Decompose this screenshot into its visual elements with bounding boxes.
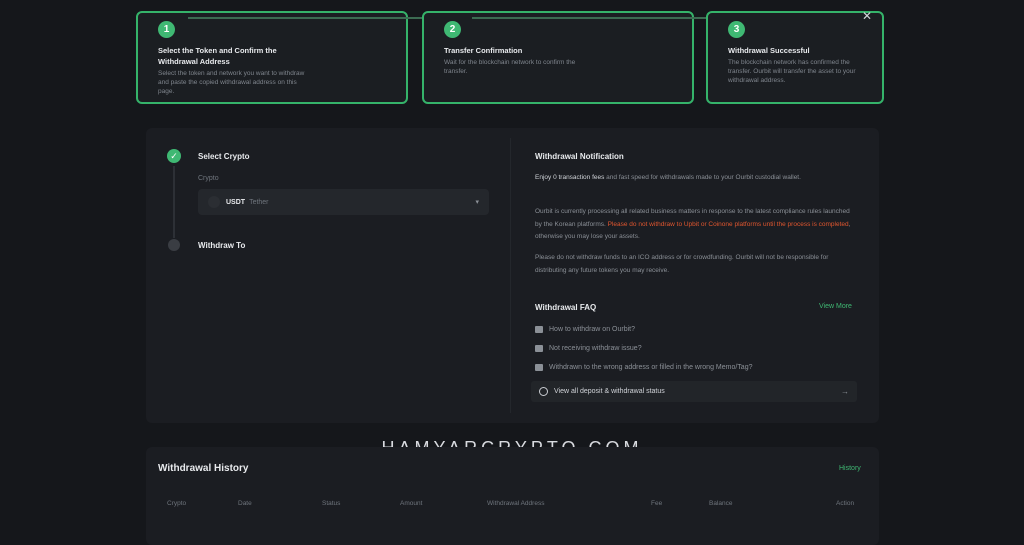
notification-para-1: Enjoy 0 transaction fees and fast speed … xyxy=(535,172,855,185)
notification-text-4: Please do not withdraw funds to an ICO a… xyxy=(535,254,829,274)
question-icon xyxy=(535,326,543,333)
column-header-status: Status xyxy=(322,500,341,507)
notification-text-1: and fast speed for withdrawals made to y… xyxy=(604,174,801,181)
faq-item[interactable]: Withdrawn to the wrong address or filled… xyxy=(535,364,753,371)
column-header-fee: Fee xyxy=(651,500,663,507)
column-header-amount: Amount xyxy=(400,500,423,507)
faq-item[interactable]: How to withdraw on Ourbit? xyxy=(535,326,635,333)
step-connector-2 xyxy=(472,17,708,19)
chevron-down-icon: ▾ xyxy=(475,199,479,206)
panel-divider xyxy=(510,138,511,413)
step-done-icon: ✓ xyxy=(167,149,181,163)
history-panel xyxy=(146,447,879,545)
question-icon xyxy=(535,364,543,371)
withdraw-to-label: Withdraw To xyxy=(198,241,246,250)
faq-title: Withdrawal FAQ xyxy=(535,303,597,312)
step-number-2: 2 xyxy=(444,21,461,38)
notification-highlight: Enjoy 0 transaction fees xyxy=(535,174,605,181)
step-number-3: 3 xyxy=(728,21,745,38)
column-header-crypto: Crypto xyxy=(167,500,187,507)
history-title: Withdrawal History xyxy=(158,463,249,474)
step-pending-icon xyxy=(168,239,180,251)
column-header-address: Withdrawal Address xyxy=(487,500,545,507)
faq-question: Not receiving withdraw issue? xyxy=(549,345,642,352)
step-connector-1 xyxy=(188,17,424,19)
step-title-1: Select the Token and Confirm the Withdra… xyxy=(158,46,277,66)
clock-icon xyxy=(539,387,548,396)
step-desc-3: The blockchain network has confirmed the… xyxy=(728,59,856,84)
selected-coin-name: Tether xyxy=(249,198,269,206)
faq-item[interactable]: Not receiving withdraw issue? xyxy=(535,345,642,352)
step-progress-line xyxy=(173,166,175,238)
notification-title: Withdrawal Notification xyxy=(535,152,624,161)
column-header-date: Date xyxy=(238,500,252,507)
select-crypto-label: Select Crypto xyxy=(198,152,250,161)
step-desc-1: Select the token and network you want to… xyxy=(158,70,305,95)
notification-para-2: Ourbit is currently processing all relat… xyxy=(535,206,857,244)
crypto-select[interactable]: USDT Tether ▾ xyxy=(198,189,489,215)
history-link[interactable]: History xyxy=(839,465,861,472)
notification-para-3: Please do not withdraw funds to an ICO a… xyxy=(535,252,855,277)
close-icon[interactable]: ✕ xyxy=(862,9,872,23)
step-title-2: Transfer Confirmation xyxy=(444,46,523,55)
arrow-right-icon: → xyxy=(841,387,849,396)
step-number-1: 1 xyxy=(158,21,175,38)
step-card-2: 2 Transfer Confirmation Wait for the blo… xyxy=(422,11,694,104)
warning-text: Please do not withdraw to Upbit or Coino… xyxy=(607,220,849,228)
coin-icon xyxy=(208,196,220,208)
column-header-action: Action xyxy=(836,500,855,507)
view-more-link[interactable]: View More xyxy=(819,303,852,310)
selected-coin-symbol: USDT xyxy=(226,198,246,206)
question-icon xyxy=(535,345,543,352)
step-card-3: ✕ 3 Withdrawal Successful The blockchain… xyxy=(706,9,884,104)
step-desc-2: Wait for the blockchain network to confi… xyxy=(444,59,576,75)
faq-question: Withdrawn to the wrong address or filled… xyxy=(549,364,753,371)
status-link-bar[interactable]: View all deposit & withdrawal status → xyxy=(531,381,857,402)
faq-question: How to withdraw on Ourbit? xyxy=(549,326,635,333)
step-card-1: 1 Select the Token and Confirm the Withd… xyxy=(136,11,408,104)
step-title-3: Withdrawal Successful xyxy=(728,46,810,55)
crypto-field-label: Crypto xyxy=(198,175,219,182)
status-link-text: View all deposit & withdrawal status xyxy=(554,388,665,395)
column-header-balance: Balance xyxy=(709,500,733,507)
